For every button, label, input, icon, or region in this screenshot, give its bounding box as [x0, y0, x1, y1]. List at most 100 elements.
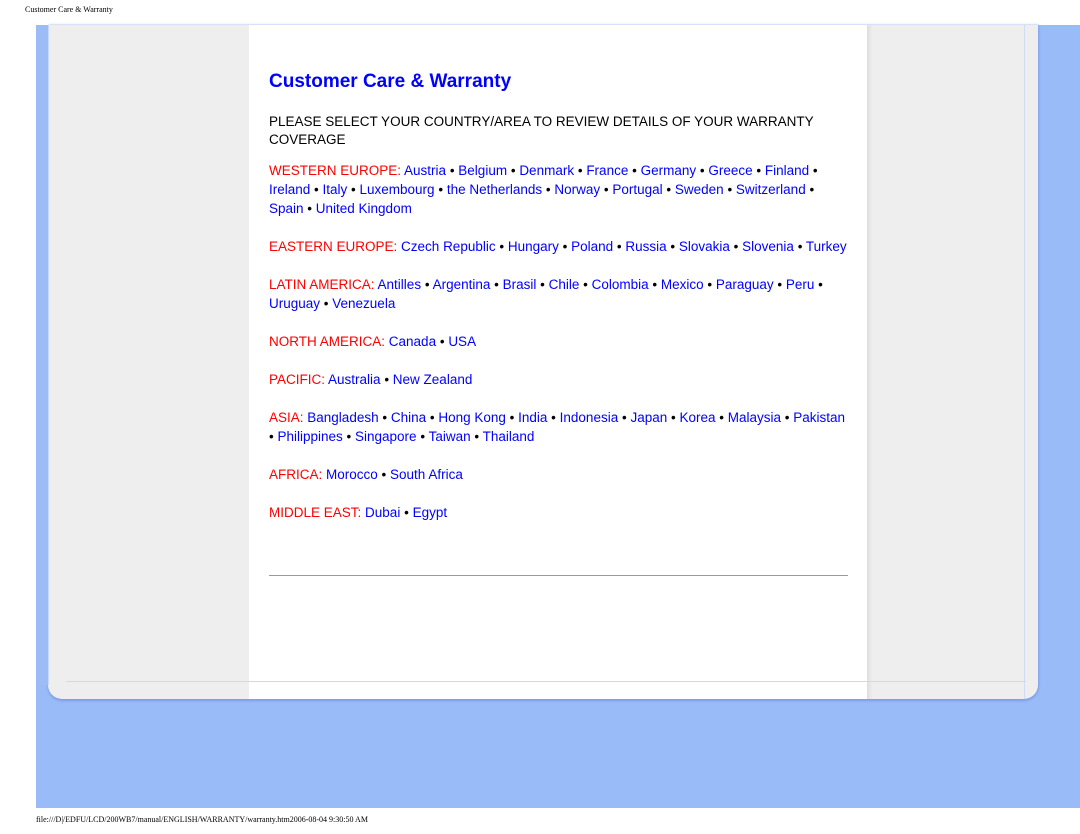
- country-link[interactable]: Uruguay: [269, 296, 320, 311]
- country-link[interactable]: Russia: [625, 239, 666, 254]
- country-link[interactable]: Colombia: [592, 277, 649, 292]
- country-link[interactable]: China: [391, 410, 426, 425]
- country-link[interactable]: Korea: [679, 410, 715, 425]
- country-link[interactable]: Antilles: [378, 277, 422, 292]
- country-link[interactable]: Canada: [389, 334, 436, 349]
- region-label: ASIA:: [269, 410, 304, 425]
- country-link[interactable]: Singapore: [355, 429, 417, 444]
- country-link[interactable]: Egypt: [413, 505, 448, 520]
- country-link[interactable]: Italy: [323, 182, 348, 197]
- bullet-separator: •: [400, 505, 413, 520]
- region-asia: ASIA: Bangladesh • China • Hong Kong • I…: [269, 408, 849, 446]
- country-link[interactable]: Slovakia: [679, 239, 730, 254]
- country-link[interactable]: Bangladesh: [307, 410, 378, 425]
- country-link[interactable]: Taiwan: [429, 429, 471, 444]
- region-label: PACIFIC:: [269, 372, 326, 387]
- country-link[interactable]: Argentina: [433, 277, 491, 292]
- country-link[interactable]: Philippines: [277, 429, 342, 444]
- country-link[interactable]: Germany: [641, 163, 697, 178]
- bottom-horizontal-rule: [66, 681, 1026, 682]
- country-link[interactable]: Sweden: [675, 182, 724, 197]
- country-link[interactable]: Indonesia: [560, 410, 619, 425]
- region-label: LATIN AMERICA:: [269, 277, 375, 292]
- bullet-separator: •: [505, 410, 519, 425]
- country-link[interactable]: Dubai: [365, 505, 400, 520]
- print-footer: file:///D|/EDFU/LCD/200WB7/manual/ENGLIS…: [36, 815, 368, 824]
- page-title: Customer Care & Warranty: [269, 71, 512, 92]
- country-link[interactable]: United Kingdom: [316, 201, 412, 216]
- region-eastern-europe: EASTERN EUROPE: Czech Republic • Hungary…: [269, 237, 849, 256]
- country-link[interactable]: Portugal: [612, 182, 662, 197]
- bullet-separator: •: [600, 182, 613, 197]
- country-link[interactable]: Ireland: [269, 182, 310, 197]
- country-link[interactable]: Malaysia: [728, 410, 781, 425]
- bullet-separator: •: [377, 467, 391, 482]
- print-header: Customer Care & Warranty: [25, 5, 113, 14]
- bullet-separator: •: [303, 201, 316, 216]
- country-link[interactable]: Austria: [404, 163, 446, 178]
- bullet-separator: •: [793, 239, 806, 254]
- bullet-separator: •: [507, 163, 520, 178]
- country-link[interactable]: Switzerland: [736, 182, 806, 197]
- country-link[interactable]: Luxembourg: [360, 182, 435, 197]
- bullet-separator: •: [342, 429, 356, 444]
- country-link[interactable]: Poland: [571, 239, 613, 254]
- country-link[interactable]: Hong Kong: [438, 410, 506, 425]
- country-link[interactable]: USA: [448, 334, 476, 349]
- country-link[interactable]: Turkey: [806, 239, 847, 254]
- bullet-separator: •: [490, 277, 503, 292]
- country-link[interactable]: South Africa: [390, 467, 463, 482]
- country-link[interactable]: India: [518, 410, 547, 425]
- country-link[interactable]: Norway: [554, 182, 600, 197]
- bullet-separator: •: [666, 239, 679, 254]
- bullet-separator: •: [426, 410, 439, 425]
- country-link[interactable]: Pakistan: [793, 410, 845, 425]
- country-link[interactable]: Peru: [786, 277, 815, 292]
- country-link[interactable]: Finland: [765, 163, 809, 178]
- country-link[interactable]: New Zealand: [393, 372, 473, 387]
- bullet-separator: •: [805, 182, 815, 197]
- warranty-content: Customer Care & Warranty PLEASE SELECT Y…: [269, 68, 849, 522]
- country-link[interactable]: France: [586, 163, 628, 178]
- country-link[interactable]: Brasil: [503, 277, 537, 292]
- bullet-separator: •: [773, 277, 786, 292]
- country-link[interactable]: Denmark: [519, 163, 574, 178]
- country-link[interactable]: Paraguay: [716, 277, 774, 292]
- country-link[interactable]: Belgium: [458, 163, 507, 178]
- bullet-separator: •: [703, 277, 716, 292]
- country-link[interactable]: Morocco: [326, 467, 378, 482]
- country-link[interactable]: the Netherlands: [447, 182, 542, 197]
- country-link[interactable]: Mexico: [661, 277, 704, 292]
- region-label: WESTERN EUROPE:: [269, 163, 402, 178]
- country-link[interactable]: Japan: [630, 410, 667, 425]
- country-link[interactable]: Chile: [549, 277, 580, 292]
- bullet-separator: •: [579, 277, 592, 292]
- country-link[interactable]: Australia: [328, 372, 381, 387]
- bullet-separator: •: [618, 410, 631, 425]
- bullet-separator: •: [628, 163, 641, 178]
- region-north-america: NORTH AMERICA: Canada • USA: [269, 332, 849, 351]
- bullet-separator: •: [310, 182, 323, 197]
- country-link[interactable]: Czech Republic: [401, 239, 496, 254]
- bullet-separator: •: [416, 429, 429, 444]
- country-link[interactable]: Slovenia: [742, 239, 794, 254]
- region-label: EASTERN EUROPE:: [269, 239, 398, 254]
- country-link[interactable]: Venezuela: [332, 296, 395, 311]
- right-vertical-rule: [1024, 25, 1025, 699]
- country-link[interactable]: Spain: [269, 201, 304, 216]
- region-label: MIDDLE EAST:: [269, 505, 362, 520]
- bullet-separator: •: [613, 239, 626, 254]
- country-link[interactable]: Hungary: [508, 239, 559, 254]
- country-link[interactable]: Greece: [708, 163, 752, 178]
- region-label: AFRICA:: [269, 467, 323, 482]
- right-panel-shadow: [867, 25, 872, 699]
- bullet-separator: •: [752, 163, 765, 178]
- bullet-separator: •: [320, 296, 333, 311]
- bullet-separator: •: [347, 182, 360, 197]
- region-label: NORTH AMERICA:: [269, 334, 386, 349]
- bullet-separator: •: [495, 239, 508, 254]
- bullet-separator: •: [723, 182, 736, 197]
- country-link[interactable]: Thailand: [483, 429, 535, 444]
- region-middle-east: MIDDLE EAST: Dubai • Egypt: [269, 503, 849, 522]
- bullet-separator: •: [547, 410, 560, 425]
